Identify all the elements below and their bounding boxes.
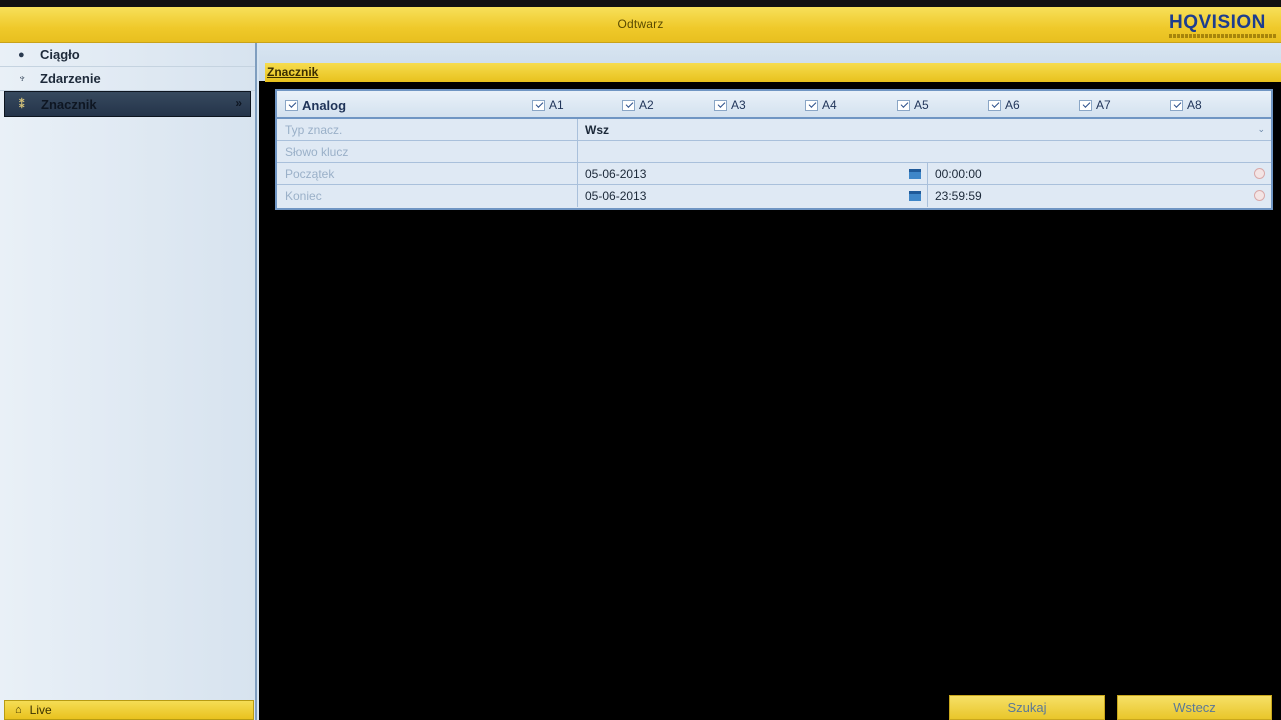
page-title: Odtwarz bbox=[617, 17, 664, 31]
check-icon bbox=[622, 99, 635, 111]
keyword-label: Słowo klucz bbox=[285, 145, 349, 159]
search-button[interactable]: Szukaj bbox=[949, 695, 1105, 720]
sidebar-item-label: Znacznik bbox=[41, 96, 97, 112]
channel-label: A7 bbox=[1096, 98, 1111, 112]
keyword-row: Słowo klucz bbox=[277, 141, 1271, 163]
channel-checkbox-a3[interactable]: A3 bbox=[714, 98, 746, 112]
channel-checkbox-a4[interactable]: A4 bbox=[805, 98, 837, 112]
channel-label: A5 bbox=[914, 98, 929, 112]
start-row: Początek 05-06-2013 00:00:00 bbox=[277, 163, 1271, 185]
divider bbox=[577, 163, 578, 184]
search-panel: Analog A1 A2 A3 A4 A5 A6 A7 A8 Typ znacz… bbox=[275, 89, 1273, 210]
channel-checkbox-a7[interactable]: A7 bbox=[1079, 98, 1111, 112]
divider bbox=[577, 141, 578, 162]
channel-checkbox-a2[interactable]: A2 bbox=[622, 98, 654, 112]
check-icon bbox=[1079, 99, 1092, 111]
divider bbox=[927, 163, 928, 184]
tag-icon: ⁑ bbox=[19, 98, 25, 111]
check-icon bbox=[714, 99, 727, 111]
start-label: Początek bbox=[285, 167, 335, 181]
section-title: Znacznik bbox=[267, 65, 319, 79]
analog-checkbox[interactable]: Analog bbox=[285, 98, 346, 113]
circle-icon: ● bbox=[18, 48, 25, 61]
channel-checkbox-a6[interactable]: A6 bbox=[988, 98, 1020, 112]
keyword-input[interactable] bbox=[585, 145, 1265, 159]
divider bbox=[577, 119, 578, 140]
check-icon bbox=[988, 99, 1001, 111]
channel-row: Analog A1 A2 A3 A4 A5 A6 A7 A8 bbox=[277, 91, 1271, 119]
sidebar-item-event[interactable]: ♆ Zdarzenie bbox=[0, 67, 255, 91]
sidebar-item-label: Ciągło bbox=[40, 47, 80, 62]
home-icon: ⌂ bbox=[15, 704, 22, 716]
clock-icon[interactable] bbox=[1254, 190, 1265, 201]
calendar-icon[interactable] bbox=[909, 169, 921, 179]
channel-checkbox-a5[interactable]: A5 bbox=[897, 98, 929, 112]
analog-label: Analog bbox=[302, 98, 347, 113]
end-time-input[interactable]: 23:59:59 bbox=[935, 189, 982, 203]
section-tab: Znacznik bbox=[265, 63, 1281, 82]
channel-label: A2 bbox=[639, 98, 654, 112]
brand-logo: HQVISION bbox=[1169, 13, 1277, 39]
sidebar-item-tag[interactable]: ⁑ Znacznik » bbox=[4, 91, 251, 117]
calendar-icon[interactable] bbox=[909, 191, 921, 201]
check-icon bbox=[897, 99, 910, 111]
title-bar: Odtwarz HQVISION bbox=[0, 7, 1281, 43]
divider bbox=[577, 185, 578, 207]
chevron-right-icon: » bbox=[235, 96, 242, 110]
channel-checkbox-a8[interactable]: A8 bbox=[1170, 98, 1202, 112]
divider bbox=[927, 185, 928, 207]
live-label: Live bbox=[29, 703, 52, 717]
tag-type-row: Typ znacz. Wsz ⌄ bbox=[277, 119, 1271, 141]
sidebar-item-continuous[interactable]: ● Ciągło bbox=[0, 43, 255, 67]
channel-label: A4 bbox=[822, 98, 837, 112]
content-header: Znacznik bbox=[259, 43, 1281, 82]
event-icon: ♆ bbox=[18, 72, 27, 85]
check-icon bbox=[805, 99, 818, 111]
main-content: Znacznik Analog A1 A2 A3 A4 A5 A6 A7 A8 … bbox=[259, 43, 1281, 720]
check-icon bbox=[1170, 99, 1183, 111]
tag-type-label: Typ znacz. bbox=[285, 123, 343, 137]
channel-label: A8 bbox=[1187, 98, 1202, 112]
start-date-input[interactable]: 05-06-2013 bbox=[585, 167, 646, 181]
channel-label: A3 bbox=[731, 98, 746, 112]
chevron-down-icon[interactable]: ⌄ bbox=[1257, 124, 1265, 135]
back-button[interactable]: Wstecz bbox=[1117, 695, 1272, 720]
start-time-input[interactable]: 00:00:00 bbox=[935, 167, 982, 181]
check-icon bbox=[285, 100, 298, 111]
clock-icon[interactable] bbox=[1254, 168, 1265, 179]
logo-text: HQVISION bbox=[1169, 12, 1266, 33]
top-edge bbox=[0, 0, 1281, 7]
sidebar: ● Ciągło ♆ Zdarzenie ⁑ Znacznik » ⌂ Live bbox=[0, 43, 257, 720]
tag-type-select[interactable]: Wsz bbox=[585, 123, 609, 137]
logo-tagline bbox=[1169, 34, 1277, 38]
channel-checkbox-a1[interactable]: A1 bbox=[532, 98, 564, 112]
end-row: Koniec 05-06-2013 23:59:59 bbox=[277, 185, 1271, 207]
live-button[interactable]: ⌂ Live bbox=[4, 700, 254, 720]
end-label: Koniec bbox=[285, 189, 322, 203]
channel-label: A1 bbox=[549, 98, 564, 112]
channel-label: A6 bbox=[1005, 98, 1020, 112]
end-date-input[interactable]: 05-06-2013 bbox=[585, 189, 646, 203]
playback-window: Odtwarz HQVISION ● Ciągło ♆ Zdarzenie ⁑ … bbox=[0, 0, 1281, 720]
check-icon bbox=[532, 99, 545, 111]
sidebar-item-label: Zdarzenie bbox=[40, 71, 101, 86]
